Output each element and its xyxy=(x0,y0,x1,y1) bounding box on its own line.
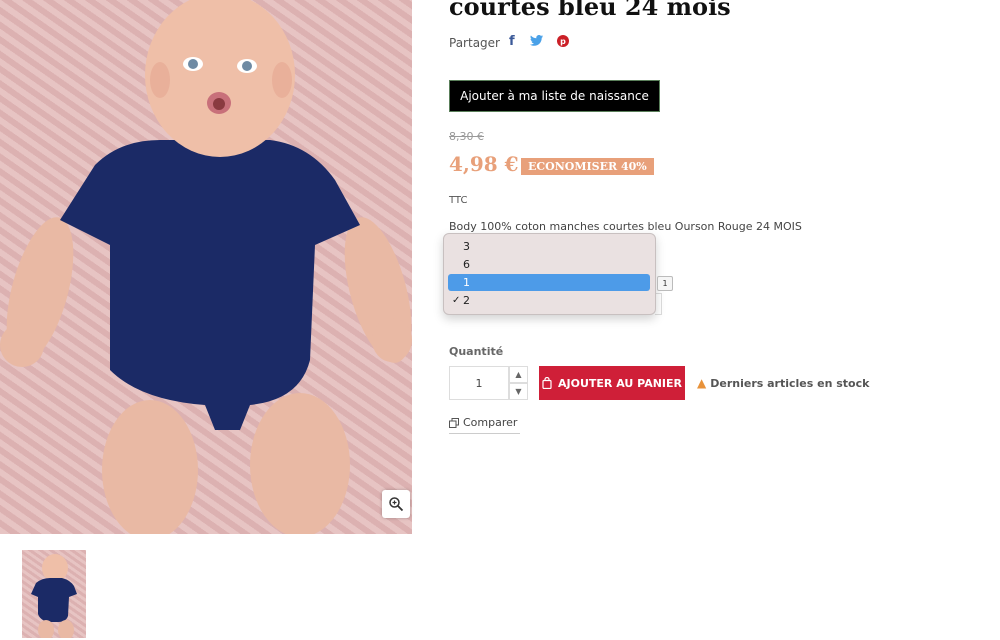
tax-label: TTC xyxy=(449,195,468,206)
discount-badge: ECONOMISER 40% xyxy=(521,158,654,175)
pinterest-icon[interactable]: p xyxy=(557,35,569,51)
chevron-down-icon: ▼ xyxy=(515,387,522,396)
dropdown-option-selected[interactable]: ✓ 2 xyxy=(448,292,650,309)
zoom-in-icon xyxy=(389,497,404,512)
current-price: 4,98 € xyxy=(449,152,519,176)
product-title: courtes bleu 24 mois xyxy=(449,0,731,21)
product-description: Body 100% coton manches courtes bleu Our… xyxy=(449,220,802,233)
dropdown-option-highlighted[interactable]: 1 xyxy=(448,274,650,291)
quantity-decrease-button[interactable]: ▼ xyxy=(509,383,528,400)
quantity-increase-button[interactable]: ▲ xyxy=(509,366,528,383)
checkmark-icon: ✓ xyxy=(452,295,461,306)
chevron-up-icon: ▲ xyxy=(515,370,522,379)
add-to-cart-button[interactable]: AJOUTER AU PANIER xyxy=(539,366,685,400)
compare-link[interactable]: Comparer xyxy=(449,416,520,434)
quantity-input[interactable]: 1 xyxy=(449,366,509,400)
warning-icon: ▲ xyxy=(697,376,707,390)
twitter-icon[interactable] xyxy=(530,35,543,50)
dropdown-option[interactable]: 3 xyxy=(448,238,650,255)
svg-text:p: p xyxy=(560,37,566,46)
product-main-image[interactable] xyxy=(0,0,412,534)
size-dropdown-list[interactable]: 3 6 1 ✓ 2 xyxy=(443,233,656,315)
baby-doll-illustration xyxy=(0,0,412,534)
product-thumbnail[interactable] xyxy=(22,550,86,638)
quantity-tooltip-box: 1 xyxy=(657,276,673,291)
shopping-bag-icon xyxy=(542,377,552,389)
share-label: Partager xyxy=(449,36,500,50)
quantity-label: Quantité xyxy=(449,345,504,358)
stock-warning: ▲ Derniers articles en stock xyxy=(697,376,870,390)
old-price: 8,30 € xyxy=(449,130,484,143)
zoom-button[interactable] xyxy=(382,490,410,518)
facebook-icon[interactable]: f xyxy=(509,34,515,49)
copy-icon xyxy=(449,417,459,428)
add-to-birth-list-button[interactable]: Ajouter à ma liste de naissance xyxy=(449,80,660,112)
size-select-edge xyxy=(655,293,662,315)
thumbnail-illustration xyxy=(31,554,77,638)
dropdown-option[interactable]: 6 xyxy=(448,256,650,273)
